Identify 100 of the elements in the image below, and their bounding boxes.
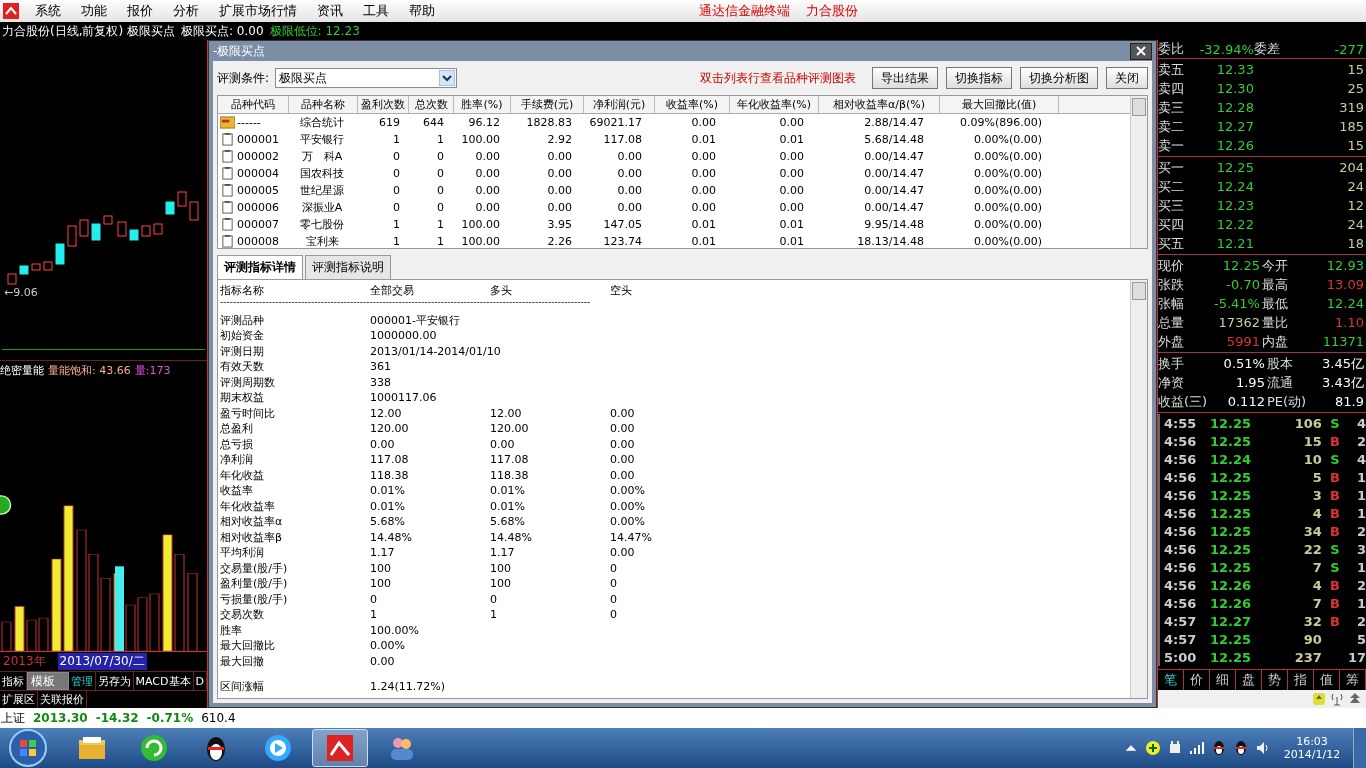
table-cell-text: 18.13/14.48 (856, 235, 925, 248)
stat-value: 11371 (1321, 334, 1364, 349)
toolbar-button[interactable]: 模板 (27, 672, 69, 690)
table-cell-text: 0 (392, 167, 401, 180)
stat-value: 12.25 (1221, 258, 1260, 273)
stat-value: 3.45亿 (1321, 354, 1364, 373)
clock[interactable]: 16:03 2014/1/12 (1277, 735, 1347, 761)
index-value: 2013.30 (33, 711, 88, 725)
tick-price: 12.25 (1209, 631, 1253, 647)
column-header[interactable]: 最大回撤比(值) (940, 96, 1059, 113)
tab[interactable]: 评测指标详情 (217, 255, 303, 279)
toolbar-button[interactable]: 关联报价 (38, 691, 87, 708)
stat-value: -0.70 (1225, 277, 1260, 292)
metric-value: 0.00 (490, 437, 516, 451)
stock-app-icon[interactable] (312, 729, 368, 767)
table-cell-text: 0.00 (690, 167, 717, 180)
penguin-icon[interactable] (1233, 740, 1249, 756)
column-header[interactable]: 总次数 (409, 96, 454, 113)
dialog-button[interactable]: 切换指标 (945, 67, 1012, 89)
dropdown-arrow-icon[interactable] (439, 70, 456, 86)
tick-time: 4:55 (1163, 415, 1198, 431)
tab[interactable]: 评测指标说明 (305, 255, 391, 279)
speaker-icon[interactable] (1255, 740, 1271, 756)
volume-value: 量:173 (134, 363, 171, 378)
table-cell-text: 0.00/14.47 (863, 184, 925, 197)
index-percent: -0.71% (146, 711, 194, 725)
metric-name: 最大回撤 (220, 653, 265, 669)
column-header[interactable]: 手续费(元) (511, 96, 584, 113)
scrollbar[interactable] (1129, 96, 1147, 248)
dialog-button[interactable]: 关闭 (1105, 67, 1148, 89)
menu-item[interactable]: 工具 (353, 2, 399, 20)
tick-price: 12.25 (1209, 505, 1253, 521)
toolbar-button[interactable]: 指标 (0, 672, 27, 690)
stat-label: 量比 (1261, 313, 1288, 332)
quote-label: 委比 (1157, 40, 1185, 58)
table-cell-text: 0.00/14.47 (863, 201, 925, 214)
tick-time: 4:57 (1163, 631, 1198, 647)
dialog-button[interactable]: 切换分析图 (1019, 67, 1098, 89)
menu-item[interactable]: 分析 (163, 2, 209, 20)
metric-value: 100.00% (370, 623, 420, 637)
table-cell-text: 0.00 (690, 150, 717, 163)
document-icon (220, 150, 235, 163)
table-cell-text: 0.00%(0.00) (972, 235, 1043, 248)
menu-item[interactable]: 帮助 (399, 2, 445, 20)
close-icon[interactable] (1129, 42, 1152, 60)
metric-name: 最大回撤比 (220, 638, 276, 654)
column-header[interactable]: 盈利次数 (358, 96, 409, 113)
candlestick (177, 191, 187, 207)
tick-count: 4 (1355, 415, 1366, 431)
header-link[interactable]: 通达信金融终端 (691, 2, 798, 20)
stat-label: 现价 (1157, 256, 1184, 275)
table-cell: 000007 (218, 218, 288, 231)
table-cell: ------ (218, 116, 288, 129)
column-header[interactable]: 净利润(元) (584, 96, 655, 113)
start-button-icon[interactable] (8, 728, 48, 768)
header-link[interactable]: 力合股份 (798, 2, 866, 20)
metric-name: 交易量(股/手) (220, 560, 289, 576)
tick-price: 12.26 (1209, 577, 1253, 593)
stat-label: PE(动) (1266, 392, 1307, 411)
plus-icon[interactable] (1145, 740, 1161, 756)
column-header[interactable]: 胜率(%) (454, 96, 511, 113)
antenna-icon[interactable] (1330, 692, 1344, 706)
table-cell-text: 0.00 (616, 201, 643, 214)
metric-value: 0.01% (490, 484, 526, 498)
toolbar-button[interactable]: 扩展区 (0, 691, 38, 708)
upload-icon[interactable] (1312, 692, 1326, 706)
power-plug-icon[interactable] (1167, 740, 1183, 756)
metric-name: 评测日期 (220, 343, 265, 359)
table-cell-text: 0.00/14.47 (863, 167, 925, 180)
toolbar-button[interactable]: 另存为 (95, 672, 134, 690)
toolbar-button[interactable]: 管理 (68, 672, 96, 690)
column-header[interactable]: 品种名称 (289, 96, 358, 113)
scrollbar[interactable] (1129, 280, 1147, 698)
toolbar-button[interactable]: MACD基本 (133, 672, 194, 690)
menu-item[interactable]: 系统 (25, 2, 71, 20)
table-cell: 000001 (218, 133, 288, 146)
table-cell-text: 0.00 (546, 201, 573, 214)
menu-item[interactable]: 资讯 (307, 2, 353, 20)
column-header[interactable]: 收益率(%) (655, 96, 730, 113)
table-cell-text: 0.00 (546, 184, 573, 197)
candlestick (91, 223, 101, 241)
tick-side: S (1330, 415, 1340, 431)
tick-volume: 32 (1302, 613, 1322, 629)
app-logo-icon (3, 3, 19, 19)
column-header[interactable]: 品种代码 (218, 96, 289, 113)
penguin-icon[interactable] (1211, 740, 1227, 756)
column-header[interactable]: 相对收益率α/β(%) (819, 96, 940, 113)
menu-item[interactable]: 报价 (117, 2, 163, 20)
menu-item[interactable]: 功能 (71, 2, 117, 20)
table-cell-text: 100.00 (460, 218, 501, 231)
metric-value: 1.17 (370, 546, 396, 560)
signal-bars-icon[interactable] (1189, 740, 1205, 756)
column-header[interactable]: 年化收益率(%) (730, 96, 819, 113)
metric-value: 361 (370, 360, 392, 374)
table-cell-text: 0.00 (616, 167, 643, 180)
dialog-button[interactable]: 导出结果 (871, 67, 938, 89)
tick-time: 4:56 (1163, 433, 1198, 449)
hint-text: 双击列表行查看品种评测图表 (699, 69, 856, 87)
condition-dropdown[interactable]: 极限买点 (275, 68, 458, 88)
menu-item[interactable]: 扩展市场行情 (209, 2, 307, 20)
